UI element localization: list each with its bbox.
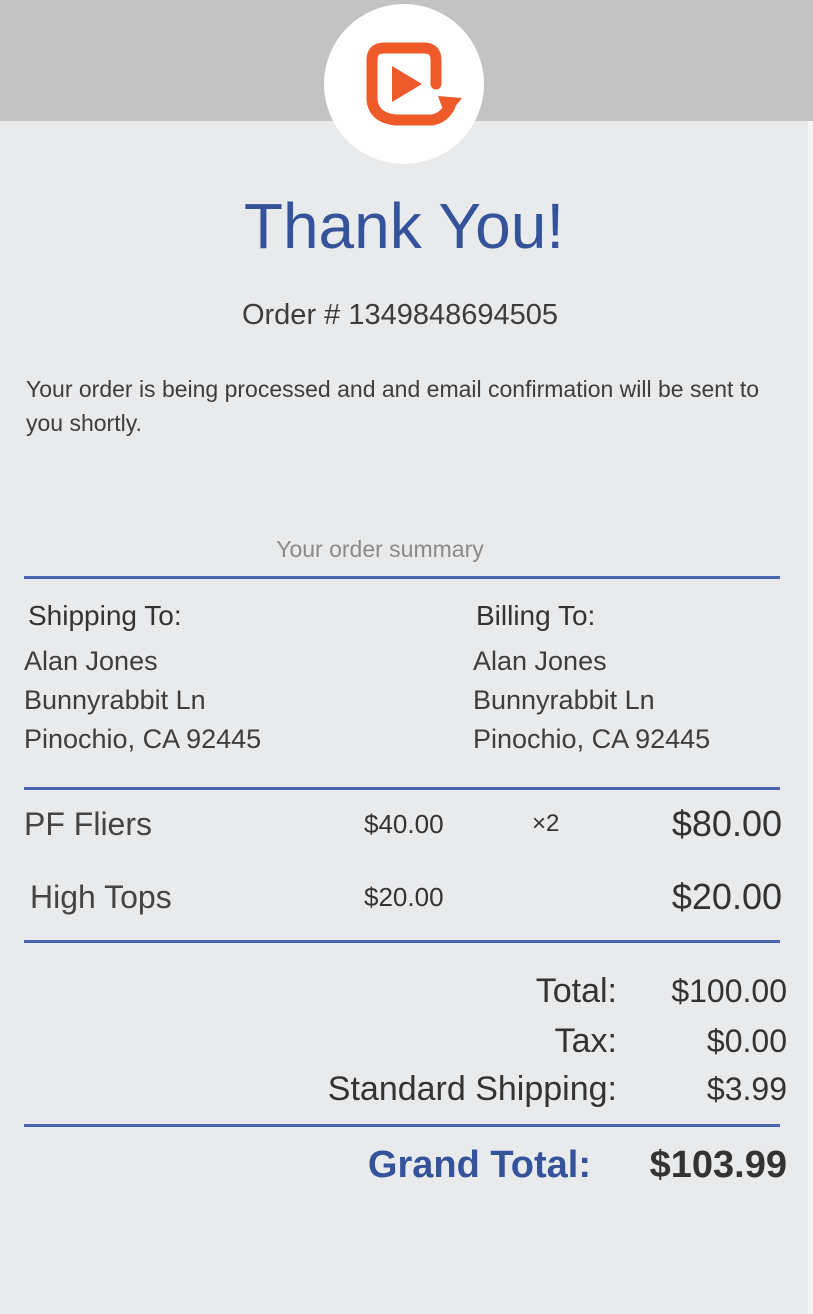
shipping-address: Shipping To: Alan Jones Bunnyrabbit Ln P… [24, 598, 261, 759]
shipping-label: Shipping To: [28, 600, 182, 631]
billing-street: Bunnyrabbit Ln [473, 685, 655, 715]
page-title: Thank You! [243, 190, 565, 262]
billing-address: Billing To: Alan Jones Bunnyrabbit Ln Pi… [473, 598, 711, 759]
replay-video-icon [366, 42, 462, 126]
tax-value: $0.00 [706, 1023, 787, 1059]
item-amount: $80.00 [671, 803, 782, 844]
shipping-street: Bunnyrabbit Ln [24, 685, 206, 715]
item-price: $40.00 [364, 809, 444, 839]
list-item: High Tops $20.00 $20.00 [0, 872, 808, 922]
billing-name: Alan Jones [473, 646, 607, 676]
divider [24, 787, 780, 790]
divider [24, 576, 780, 579]
shipping-cost-value: $3.99 [706, 1071, 787, 1107]
shipping-city: Pinochio, CA 92445 [24, 724, 262, 754]
shipping-name: Alan Jones [24, 646, 158, 676]
total-label: Total: [535, 972, 617, 1010]
order-summary-heading: Your order summary [276, 536, 484, 562]
billing-city: Pinochio, CA 92445 [473, 724, 711, 754]
page-edge [808, 121, 813, 1314]
order-number: Order # 1349848694505 [241, 299, 559, 331]
item-quantity: ×2 [532, 810, 560, 837]
divider [24, 1124, 780, 1127]
item-price: $20.00 [364, 882, 444, 912]
tax-label: Tax: [554, 1022, 617, 1060]
divider [24, 940, 780, 943]
confirmation-message: Your order is being processed and and em… [26, 376, 760, 436]
billing-label: Billing To: [476, 600, 596, 631]
total-value: $100.00 [671, 973, 787, 1009]
shipping-cost-label: Standard Shipping: [327, 1070, 617, 1108]
grand-total-label: Grand Total: [367, 1144, 591, 1186]
item-name: PF Fliers [24, 806, 152, 842]
item-name: High Tops [30, 879, 172, 915]
item-amount: $20.00 [671, 876, 782, 917]
logo [324, 4, 484, 164]
grand-total-value: $103.99 [649, 1144, 787, 1186]
list-item: PF Fliers $40.00 ×2 $80.00 [0, 799, 808, 849]
